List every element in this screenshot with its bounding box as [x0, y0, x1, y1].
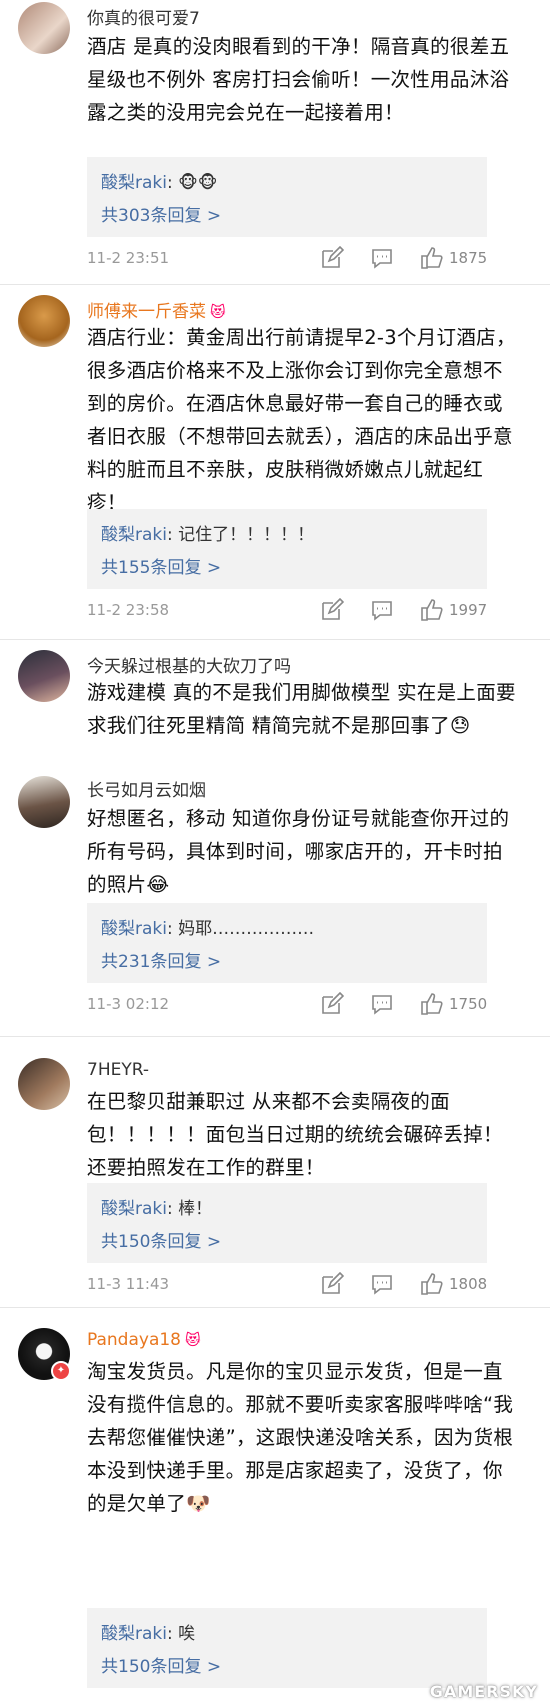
- like-count: 1808: [449, 1275, 488, 1293]
- comment-item: 长弓如月云如烟 好想匿名，移动 知道你身份证号就能查你开过的所有号码，具体到时间…: [0, 768, 550, 1038]
- comment-meta: 11-3 11:43 1808: [87, 1270, 537, 1300]
- vip-badge-icon: 😻: [210, 303, 226, 321]
- comment-author[interactable]: 7HEYR-: [87, 1060, 149, 1080]
- reply-user[interactable]: 酸梨raki: [101, 525, 167, 545]
- edit-icon[interactable]: [320, 598, 344, 622]
- comment-time: 11-3 11:43: [87, 1275, 170, 1293]
- watermark: GAMERSKY: [429, 1682, 538, 1701]
- comment-author[interactable]: 长弓如月云如烟: [87, 776, 206, 801]
- comment-text: 好想匿名，移动 知道你身份证号就能查你开过的所有号码，具体到时间，哪家店开的，开…: [87, 807, 510, 896]
- comment-time: 11-3 02:12: [87, 995, 170, 1013]
- divider: [0, 1036, 550, 1037]
- edit-icon[interactable]: [320, 992, 344, 1016]
- reply-line: 酸梨raki: 唉: [101, 1619, 195, 1644]
- like-count: 1750: [449, 995, 488, 1013]
- avatar[interactable]: [18, 776, 70, 828]
- reply-text: : 棒！: [166, 1199, 213, 1219]
- reply-text: : 记住了！！！！！: [166, 525, 315, 545]
- reply-count-link[interactable]: 共231条回复 >: [101, 947, 221, 972]
- avatar[interactable]: [18, 295, 70, 347]
- comment-text: 游戏建模 真的不是我们用脚做模型 实在是上面要求我们往死里精简 精简完就不是那回…: [87, 681, 516, 737]
- reply-text: : 唉: [166, 1624, 196, 1644]
- reply-preview[interactable]: 酸梨raki: 棒！ 共150条回复 >: [87, 1183, 487, 1263]
- reply-line: 酸梨raki: 棒！: [101, 1194, 212, 1219]
- comment-item: 师傅来一斤香菜 😻 酒店行业：黄金周出行前请提早2-3个月订酒店，很多酒店价格来不…: [0, 285, 550, 640]
- like-icon[interactable]: [420, 598, 444, 622]
- reply-line: 酸梨raki: 🐵🐵: [101, 168, 217, 193]
- avatar[interactable]: [18, 2, 70, 54]
- comment-meta: 11-2 23:58 1997: [87, 596, 537, 626]
- comment-text: 淘宝发货员。凡是你的宝贝显示发货，但是一直没有揽件信息的。那就不要听卖家客服哔哔…: [87, 1360, 514, 1515]
- avatar[interactable]: ✦: [18, 1328, 71, 1381]
- like-count: 1875: [449, 249, 488, 267]
- avatar[interactable]: [18, 1058, 70, 1110]
- comment-text: 酒店行业：黄金周出行前请提早2-3个月订酒店，很多酒店价格来不及上涨你会订到你完…: [87, 326, 516, 514]
- comment-item: 今天躲过根基的大砍刀了吗 游戏建模 真的不是我们用脚做模型 实在是上面要求我们往…: [0, 640, 550, 768]
- edit-icon[interactable]: [320, 1272, 344, 1296]
- author-name[interactable]: Pandaya18: [87, 1330, 181, 1350]
- author-name[interactable]: 师傅来一斤香菜: [87, 302, 206, 322]
- like-icon[interactable]: [420, 992, 444, 1016]
- comment-text: 酒店 是真的没肉眼看到的干净！隔音真的很差五星级也不例外 客房打扫会偷听！一次性…: [87, 35, 510, 124]
- comment-author[interactable]: 你真的很可爱7: [87, 4, 200, 29]
- reply-text: : 妈耶………………: [166, 919, 315, 939]
- comment-author[interactable]: 今天躲过根基的大砍刀了吗: [87, 652, 291, 677]
- comment-time: 11-2 23:51: [87, 249, 170, 267]
- comment-icon[interactable]: [370, 1272, 394, 1296]
- comment-item: ✦ Pandaya18 😻 淘宝发货员。凡是你的宝贝显示发货，但是一直没有揽件信息…: [0, 1308, 550, 1707]
- reply-count-link[interactable]: 共303条回复 >: [101, 201, 221, 226]
- reply-preview[interactable]: 酸梨raki: 唉 共150条回复 >: [87, 1608, 487, 1688]
- vip-badge-icon: 😻: [185, 1331, 201, 1349]
- comment-meta: 11-2 23:51 1875: [87, 244, 537, 274]
- comment-icon[interactable]: [370, 992, 394, 1016]
- reply-preview[interactable]: 酸梨raki: 记住了！！！！！ 共155条回复 >: [87, 509, 487, 589]
- verified-badge-icon: ✦: [51, 1361, 71, 1381]
- reply-user[interactable]: 酸梨raki: [101, 1624, 167, 1644]
- edit-icon[interactable]: [320, 246, 344, 270]
- reply-user[interactable]: 酸梨raki: [101, 919, 167, 939]
- reply-line: 酸梨raki: 记住了！！！！！: [101, 520, 314, 545]
- reply-user[interactable]: 酸梨raki: [101, 173, 167, 193]
- like-icon[interactable]: [420, 246, 444, 270]
- avatar[interactable]: [18, 650, 70, 702]
- comment-author[interactable]: Pandaya18 😻: [87, 1330, 201, 1350]
- reply-count-link[interactable]: 共150条回复 >: [101, 1227, 221, 1252]
- reply-preview[interactable]: 酸梨raki: 🐵🐵 共303条回复 >: [87, 157, 487, 237]
- like-icon[interactable]: [420, 1272, 444, 1296]
- comment-author[interactable]: 师傅来一斤香菜 😻: [87, 297, 226, 322]
- comment-item: 你真的很可爱7 酒店 是真的没肉眼看到的干净！隔音真的很差五星级也不例外 客房打…: [0, 0, 550, 285]
- reply-count-link[interactable]: 共155条回复 >: [101, 553, 221, 578]
- comment-icon[interactable]: [370, 598, 394, 622]
- comment-meta: 11-3 02:12 1750: [87, 990, 537, 1020]
- comment-icon[interactable]: [370, 246, 394, 270]
- reply-line: 酸梨raki: 妈耶………………: [101, 914, 314, 939]
- reply-text: : 🐵🐵: [166, 173, 218, 193]
- reply-user[interactable]: 酸梨raki: [101, 1199, 167, 1219]
- like-count: 1997: [449, 601, 488, 619]
- comment-time: 11-2 23:58: [87, 601, 170, 619]
- reply-preview[interactable]: 酸梨raki: 妈耶……………… 共231条回复 >: [87, 903, 487, 983]
- comment-text: 在巴黎贝甜兼职过 从来都不会卖隔夜的面包！！！！！面包当日过期的统统会碾碎丢掉！…: [87, 1090, 503, 1179]
- reply-count-link[interactable]: 共150条回复 >: [101, 1652, 221, 1677]
